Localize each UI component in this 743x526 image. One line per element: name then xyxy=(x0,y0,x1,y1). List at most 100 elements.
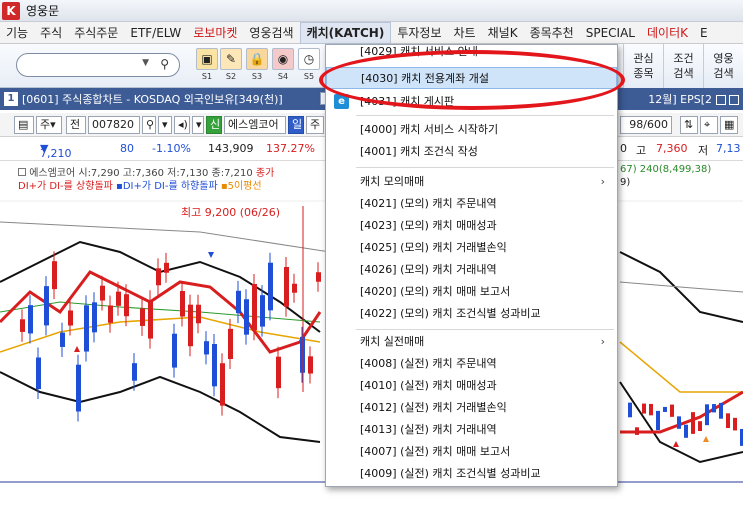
menu-item-catch-start-0[interactable]: [4000] 캐치 서비스 시작하기 xyxy=(326,119,617,141)
submenu-arrow-icon: › xyxy=(600,175,605,188)
search-icon[interactable]: ⚲ xyxy=(160,57,169,71)
code-search-icon[interactable]: ⚲ xyxy=(142,116,156,134)
candle-body xyxy=(220,363,225,406)
market-select[interactable]: 주▾ xyxy=(36,116,62,134)
menu-item-mock-2[interactable]: [4025] (모의) 캐치 거래별손익 xyxy=(326,237,617,259)
menu-item-label: [4026] (모의) 캐치 거래내역 xyxy=(360,263,497,276)
candle-body-right xyxy=(691,412,695,434)
daily-period-tab[interactable]: 일 xyxy=(288,116,304,134)
candle-body xyxy=(204,341,209,355)
dropdown-arrow-icon[interactable]: ▼ xyxy=(142,58,149,68)
menu-4[interactable]: 로보마켓 xyxy=(187,22,243,44)
menu-10[interactable]: 종목추천 xyxy=(524,22,580,44)
menu-8[interactable]: 차트 xyxy=(448,22,482,44)
button-label: 영웅 xyxy=(713,52,734,65)
menu-9[interactable]: 채널K xyxy=(482,22,524,44)
right-price-prefix: 0 xyxy=(620,142,627,155)
menu-item-real-3[interactable]: [4013] (실전) 캐치 거래내역 xyxy=(326,419,617,441)
watchlist-button[interactable]: 관심종목 xyxy=(623,44,663,88)
button-label: 종목 xyxy=(633,67,654,80)
dropdown-arrow-icon[interactable]: ▾ xyxy=(192,116,204,134)
candle-body-right xyxy=(733,417,737,431)
menu-item-mock-0[interactable]: [4021] (모의) 캐치 주문내역 xyxy=(326,193,617,215)
grid-icon[interactable]: ▦ xyxy=(720,116,738,134)
candle-body xyxy=(52,261,57,290)
candle-body-right xyxy=(719,402,723,419)
menu-2[interactable]: 주식주문 xyxy=(68,22,124,44)
menu-item-mock-5[interactable]: [4022] (모의) 캐치 조건식별 성과비교 xyxy=(326,303,617,325)
menu-item-real-1[interactable]: [4010] (실전) 캐치 매매성과 xyxy=(326,375,617,397)
lock-icon[interactable]: 🔒 xyxy=(246,48,268,70)
crosshair-icon[interactable]: ⌖ xyxy=(700,116,718,134)
candle-body xyxy=(156,268,161,286)
menu-item-label: 캐치 실전매매 xyxy=(360,335,425,348)
toolbar-label: S2 xyxy=(225,72,237,81)
menu-group-mock-trading[interactable]: 캐치 모의매매 › xyxy=(326,171,617,193)
menu-separator xyxy=(356,167,614,168)
menu-3[interactable]: ETF/ELW xyxy=(124,22,187,44)
app-logo-icon: K xyxy=(2,1,20,20)
menu-item-label: [4012] (실전) 캐치 거래별손익 xyxy=(360,401,507,414)
menu-0[interactable]: 기능 xyxy=(0,22,34,44)
menu-5[interactable]: 영웅검색 xyxy=(243,22,299,44)
chart-type-icon[interactable]: ▤ xyxy=(14,116,34,134)
menu-group-real-trading[interactable]: 캐치 실전매매 › xyxy=(326,331,617,353)
highlight-ellipse xyxy=(319,50,625,110)
button-label: 관심 xyxy=(633,52,654,65)
clock-icon[interactable]: ◷ xyxy=(298,48,320,70)
menu-item-mock-4[interactable]: [4020] (모의) 캐치 매매 보고서 xyxy=(326,281,617,303)
sell-signal-icon xyxy=(208,252,214,258)
condition-search-button[interactable]: 조건 검색 xyxy=(663,44,703,88)
maximize-icon[interactable] xyxy=(715,95,726,105)
high-label: 고 xyxy=(636,144,647,157)
menu-item-catch-start-1[interactable]: [4001] 캐치 조건식 작성 xyxy=(326,141,617,163)
bar-count-field[interactable]: 98/600 xyxy=(620,116,672,134)
menu-item-mock-3[interactable]: [4026] (모의) 캐치 거래내역 xyxy=(326,259,617,281)
menu-13[interactable]: E xyxy=(694,22,714,44)
weekly-period-tab[interactable]: 주 xyxy=(306,116,324,134)
candle-body xyxy=(172,333,177,368)
signal-legend: DI+가 DI-를 상향돌파 ▪DI+가 DI-를 하향돌파 ▪5이평선 xyxy=(18,181,262,192)
menu-item-real-4[interactable]: [4007] (실전) 캐치 매매 보고서 xyxy=(326,441,617,463)
candle-body-right xyxy=(635,427,639,435)
menu-item-real-2[interactable]: [4012] (실전) 캐치 거래별손익 xyxy=(326,397,617,419)
dropdown-arrow-icon[interactable]: ▾ xyxy=(158,116,172,134)
volume-value: 143,909 xyxy=(208,142,254,155)
ma-long-line-right xyxy=(619,281,743,293)
ma5-line-right xyxy=(620,390,743,434)
menu-6[interactable]: 캐치(KATCH) xyxy=(299,21,392,44)
menu-1[interactable]: 주식 xyxy=(34,22,68,44)
ma5-legend: 5이평선 xyxy=(227,181,262,192)
period-select[interactable]: 전 xyxy=(66,116,86,134)
candle-body-right xyxy=(663,406,667,412)
menu-item-label: [4000] 캐치 서비스 시작하기 xyxy=(360,123,499,136)
candle-body-right xyxy=(726,413,730,429)
stock-code-input[interactable]: 007820 xyxy=(88,116,140,134)
indicator-icon[interactable]: ⇅ xyxy=(680,116,698,134)
candle-body xyxy=(100,285,105,301)
checkbox[interactable] xyxy=(18,168,26,176)
menu-12[interactable]: 데이터K xyxy=(641,22,694,44)
camera-icon[interactable]: ◉ xyxy=(272,48,294,70)
signal-up-legend: DI+가 DI-를 상향돌파 xyxy=(18,181,113,192)
brush-icon[interactable]: ✎ xyxy=(220,48,242,70)
high-price: 7,360 xyxy=(656,142,688,155)
menu-7[interactable]: 투자정보 xyxy=(391,22,447,44)
close-icon[interactable] xyxy=(729,95,739,105)
menu-item-mock-1[interactable]: [4023] (모의) 캐치 매매성과 xyxy=(326,215,617,237)
speaker-icon[interactable]: ◂) xyxy=(174,116,190,134)
menu-item-real-0[interactable]: [4008] (실전) 캐치 주문내역 xyxy=(326,353,617,375)
search-input[interactable]: ▼ ⚲ xyxy=(16,53,180,77)
save-icon[interactable]: ▣ xyxy=(196,48,218,70)
quick-buttons: 관심종목 조건 검색 영웅 검색 xyxy=(623,44,743,88)
app-title: 영웅문 xyxy=(26,4,60,18)
hero-search-button[interactable]: 영웅 검색 xyxy=(703,44,743,88)
menu-11[interactable]: SPECIAL xyxy=(580,22,641,44)
menu-item-label: [4020] (모의) 캐치 매매 보고서 xyxy=(360,285,511,298)
menu-item-real-5[interactable]: [4009] (실전) 캐치 조건식별 성과비교 xyxy=(326,463,617,485)
price-change-percent: -1.10% xyxy=(152,142,191,155)
candle-body xyxy=(132,363,137,381)
candle-body-right xyxy=(642,403,646,414)
title-bar: K 영웅문 xyxy=(0,0,743,22)
bollinger-lower-right xyxy=(619,381,743,464)
